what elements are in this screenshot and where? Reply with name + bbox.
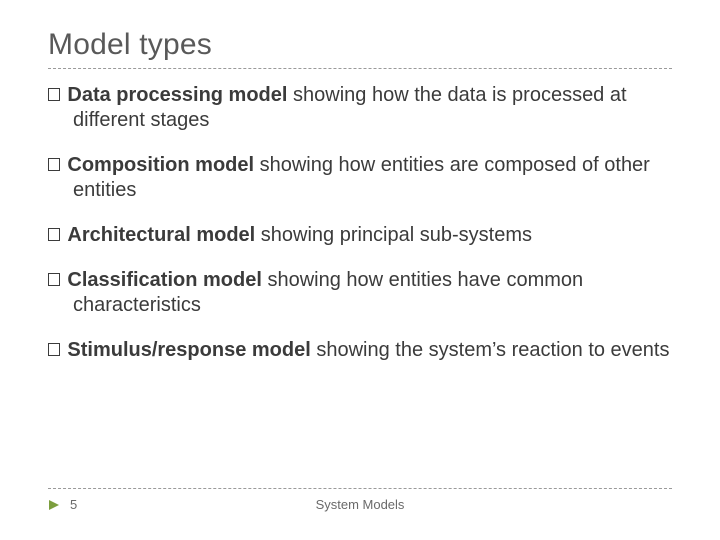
list-item: Data processing model showing how the da…: [48, 83, 672, 133]
list-item: Architectural model showing principal su…: [48, 223, 672, 248]
hollow-square-icon: [48, 273, 60, 285]
item-bold: Composition model: [67, 154, 254, 176]
item-bold: Data processing model: [67, 84, 287, 106]
footer-row: 5 System Models: [48, 497, 672, 512]
footer-label: System Models: [48, 497, 672, 512]
list-item: Classification model showing how entitie…: [48, 268, 672, 318]
page-title: Model types: [48, 28, 672, 62]
item-bold: Stimulus/response model: [67, 339, 310, 361]
bullet-list: Data processing model showing how the da…: [48, 83, 672, 363]
item-text: showing principal sub-systems: [255, 224, 532, 246]
item-text: showing the system’s reaction to events: [311, 339, 670, 361]
footer-divider: [48, 488, 672, 489]
hollow-square-icon: [48, 228, 60, 240]
item-bold: Architectural model: [67, 224, 255, 246]
slide: Model types Data processing model showin…: [0, 0, 720, 540]
item-bold: Classification model: [67, 269, 262, 291]
title-divider: [48, 68, 672, 69]
hollow-square-icon: [48, 88, 60, 100]
play-triangle-icon: [48, 499, 60, 511]
hollow-square-icon: [48, 343, 60, 355]
slide-footer: 5 System Models: [48, 488, 672, 512]
page-number: 5: [70, 497, 77, 512]
list-item: Composition model showing how entities a…: [48, 153, 672, 203]
list-item: Stimulus/response model showing the syst…: [48, 338, 672, 363]
hollow-square-icon: [48, 158, 60, 170]
